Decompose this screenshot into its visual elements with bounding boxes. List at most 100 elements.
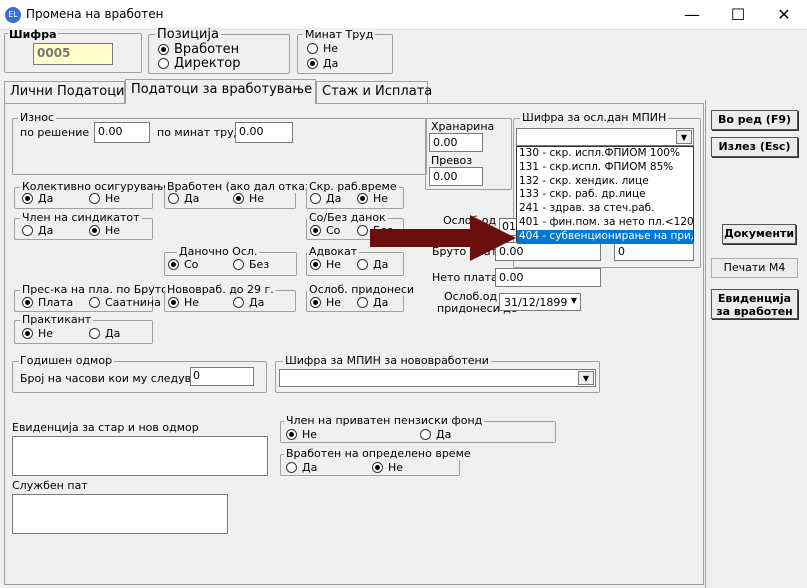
radio-label: Да (249, 296, 265, 309)
godisen-odmor-hours-input[interactable]: 0 (190, 367, 254, 386)
neto-label: Нето плата (432, 271, 498, 284)
dokumenti-button[interactable]: Документи (722, 224, 796, 244)
dropdown-option[interactable]: 401 - фин.пом. за нето пл.<12000 (517, 216, 693, 230)
vraboten-otkaz-ne-radio[interactable]: Не (233, 192, 264, 205)
dropdown-arrow-icon[interactable]: ▼ (571, 296, 577, 305)
radio-selected-icon (22, 193, 33, 204)
clen-penziski-ne-radio[interactable]: Не (286, 428, 317, 441)
maximize-button[interactable]: ☐ (715, 0, 761, 30)
neto-input[interactable]: 0.00 (495, 268, 601, 287)
radio-selected-icon (168, 297, 179, 308)
dropdown-option-selected[interactable]: 404 - субвенционирање на придон (517, 229, 693, 244)
sifra-field[interactable]: 0005 (33, 43, 113, 65)
minimize-button[interactable]: — (669, 0, 715, 30)
radio-label: Не (249, 192, 265, 205)
close-button[interactable]: ✕ (761, 0, 807, 30)
pozicija-direktor-radio[interactable]: Директор (158, 56, 241, 71)
skr-rab-vreme-da-radio[interactable]: Да (310, 192, 341, 205)
dropdown-option[interactable]: 130 - скр. испл.ФПИОМ 100% (517, 147, 693, 161)
hranarina-input[interactable]: 0.00 (429, 133, 483, 152)
novovrab-ne-radio[interactable]: Не (168, 296, 199, 309)
clen-sindikat-da-radio[interactable]: Да (22, 224, 53, 237)
pozicija-legend: Позиција (155, 27, 221, 42)
clen-sindikat-ne-radio[interactable]: Не (89, 224, 120, 237)
pozicija-vraboten-radio[interactable]: Вработен (158, 42, 239, 57)
po-minat-trud-input[interactable]: 0.00 (235, 122, 293, 143)
oslob-pridonesi-ne-radio[interactable]: Не (310, 296, 341, 309)
dropdown-option[interactable]: 133 - скр. раб. др.лице (517, 188, 693, 202)
danocno-osl-legend: Даночно Осл. (177, 245, 260, 258)
radio-selected-icon (89, 225, 100, 236)
clen-penziski-legend: Член на приватен пензиски фонд (284, 414, 485, 427)
praktikant-da-radio[interactable]: Да (89, 327, 120, 340)
radio-empty-icon (357, 225, 368, 236)
dropdown-option[interactable]: 132 - скр. хендик. лице (517, 175, 693, 189)
radio-empty-icon (233, 259, 244, 270)
tab-podatoci-vrabotuvanje[interactable]: Податоци за вработување (125, 79, 316, 104)
radio-label: Вработен (174, 42, 240, 57)
title-bar: EL Промена на вработен — ☐ ✕ (0, 0, 807, 30)
radio-selected-icon (307, 58, 318, 69)
kolektivno-da-radio[interactable]: Да (22, 192, 53, 205)
novovrab-da-radio[interactable]: Да (233, 296, 264, 309)
prevoz-label: Превоз (431, 154, 473, 167)
vraboten-opredeleno-da-radio[interactable]: Да (286, 461, 317, 474)
oslob-pridonesi-da-radio[interactable]: Да (357, 296, 388, 309)
oslob-pridonesi-do-datepicker[interactable]: 31/12/1899 ▼ (499, 293, 581, 311)
oslob-pridonesi-legend: Ослоб. придонеси (307, 283, 417, 296)
radio-empty-icon (89, 193, 100, 204)
pecati-m4-button[interactable]: Печати М4 (711, 258, 798, 278)
evidencija-odmor-textarea[interactable] (12, 436, 268, 476)
advokat-ne-radio[interactable]: Не (310, 258, 341, 271)
radio-label: Не (388, 461, 404, 474)
mpin-novovraboteni-combo[interactable]: ▼ (279, 369, 596, 387)
radio-label: Да (326, 192, 342, 205)
mpin-dropdown-list[interactable]: 130 - скр. испл.ФПИОМ 100% 131 - скр.исп… (516, 146, 694, 244)
radio-label: Да (184, 192, 200, 205)
godisen-odmor-hours-label: Број на часови кои му следуваат: (20, 372, 215, 385)
vraboten-opredeleno-legend: Вработен на определено време (284, 447, 473, 460)
pres-ka-plata-radio[interactable]: Плата (22, 296, 73, 309)
radio-empty-icon (307, 43, 318, 54)
radio-selected-icon (310, 259, 321, 270)
vraboten-otkaz-da-radio[interactable]: Да (168, 192, 199, 205)
dropdown-arrow-icon[interactable]: ▼ (578, 371, 594, 385)
dropdown-option[interactable]: 241 - здрав. за стеч.раб. (517, 202, 693, 216)
minat-trud-ne-radio[interactable]: Не (307, 42, 338, 55)
so-bez-danok-so-radio[interactable]: Со (310, 224, 340, 237)
tab-staz-isplata[interactable]: Стаж и Исплата (316, 81, 432, 103)
danocno-osl-so-radio[interactable]: Со (168, 258, 198, 271)
kolektivno-ne-radio[interactable]: Не (89, 192, 120, 205)
right-small-input[interactable]: 0 (614, 242, 694, 261)
clen-penziski-da-radio[interactable]: Да (420, 428, 451, 441)
dropdown-arrow-icon[interactable]: ▼ (676, 130, 692, 144)
radio-selected-icon (310, 225, 321, 236)
radio-label: Не (105, 192, 121, 205)
radio-empty-icon (286, 462, 297, 473)
danocno-osl-bez-radio[interactable]: Без (233, 258, 269, 271)
skr-rab-vreme-ne-radio[interactable]: Не (357, 192, 388, 205)
po-minat-trud-label: по минат труд (157, 126, 242, 139)
mpin-combo[interactable]: ▼ (516, 128, 694, 146)
tab-licni-podatoci[interactable]: Лични Податоци (4, 81, 125, 103)
prevoz-input[interactable]: 0.00 (429, 167, 483, 186)
pres-ka-saatnina-radio[interactable]: Саатнина (89, 296, 161, 309)
hranarina-label: Хранарина (431, 120, 495, 133)
radio-empty-icon (357, 297, 368, 308)
radio-label: Не (326, 296, 342, 309)
minat-trud-da-radio[interactable]: Да (307, 57, 338, 70)
dropdown-option[interactable]: 131 - скр.испл. ФПИОМ 85% (517, 161, 693, 175)
praktikant-ne-radio[interactable]: Не (22, 327, 53, 340)
sluzben-pat-textarea[interactable] (12, 494, 228, 534)
vo-red-button[interactable]: Во ред (F9) (711, 110, 798, 130)
vraboten-opredeleno-ne-radio[interactable]: Не (372, 461, 403, 474)
radio-selected-icon (372, 462, 383, 473)
radio-label: Директор (174, 56, 241, 71)
izlez-button[interactable]: Излез (Esc) (711, 137, 798, 157)
po-resenie-label: по решение (20, 126, 90, 139)
po-resenie-input[interactable]: 0.00 (94, 122, 150, 143)
radio-empty-icon (89, 328, 100, 339)
evidencija-vraboten-button[interactable]: Евиденција за вработен (711, 289, 798, 319)
radio-label: Со (184, 258, 199, 271)
radio-label: Не (302, 428, 318, 441)
